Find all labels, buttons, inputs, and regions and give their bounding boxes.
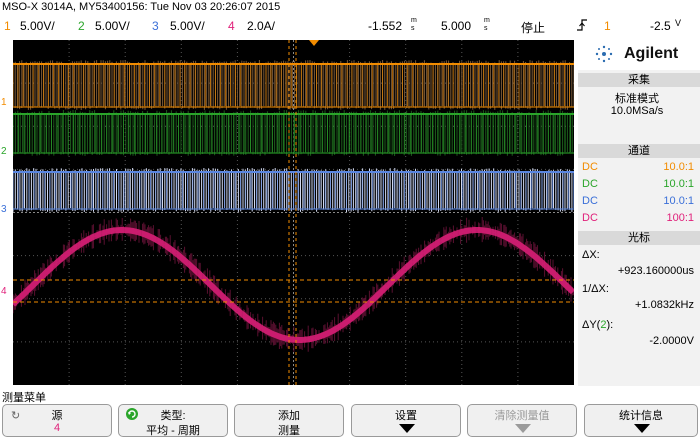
channel-probe-ratio: 100:1 bbox=[666, 212, 694, 224]
inv-dx-value: +1.0832kHz bbox=[634, 299, 694, 311]
cursors-header: 光标 bbox=[578, 231, 700, 245]
ch1-scale[interactable]: 5.00V/ bbox=[20, 19, 55, 33]
ch3-number[interactable]: 3 bbox=[152, 19, 159, 33]
softkey-menu-title: 测量菜单 bbox=[2, 392, 46, 404]
ch2-ground-marker[interactable]: 2 bbox=[1, 146, 7, 157]
channel-probe-ratio: 10.0:1 bbox=[663, 178, 694, 190]
digital-trace bbox=[13, 168, 574, 212]
dx-label: ΔX: bbox=[582, 249, 600, 261]
ch2-scale[interactable]: 5.00V/ bbox=[95, 19, 130, 33]
softkey-settings[interactable]: 设置 bbox=[351, 404, 461, 437]
ch4-scale[interactable]: 2.0A/ bbox=[247, 19, 275, 33]
agilent-spark-icon bbox=[594, 44, 614, 67]
time-offset[interactable]: -1.552 bbox=[368, 19, 402, 33]
trigger-position-icon bbox=[309, 40, 319, 46]
softkey-statistics[interactable]: 统计信息 bbox=[584, 404, 698, 437]
ch2-number[interactable]: 2 bbox=[78, 19, 85, 33]
status-bar: 1 5.00V/ 2 5.00V/ 3 5.00V/ 4 2.0A/ -1.55… bbox=[0, 16, 700, 36]
channel-probe-ratio: 10.0:1 bbox=[663, 161, 694, 173]
dy-value: -2.0000V bbox=[649, 335, 694, 347]
run-state[interactable]: 停止 bbox=[521, 19, 545, 36]
softkey-type[interactable]: 类型: 平均 - 周期 bbox=[118, 404, 228, 437]
channel-probe-ratio: 10.0:1 bbox=[663, 195, 694, 207]
trigger-level-unit: V bbox=[675, 18, 682, 28]
time-offset-unit: ms bbox=[411, 17, 417, 32]
softkey-source[interactable]: ↻ 源 4 bbox=[2, 404, 112, 437]
dy-label: ΔY(2): bbox=[582, 319, 614, 331]
acquire-mode: 标准模式 bbox=[615, 93, 659, 105]
trigger-level[interactable]: -2.5 bbox=[650, 19, 671, 33]
ch1-ground-marker[interactable]: 1 bbox=[1, 97, 7, 108]
brand-name: Agilent bbox=[624, 45, 679, 62]
channel-coupling: DC bbox=[582, 161, 598, 173]
channel-coupling: DC bbox=[582, 212, 598, 224]
ch1-number[interactable]: 1 bbox=[4, 19, 11, 33]
ch4-number[interactable]: 4 bbox=[228, 19, 235, 33]
timebase-unit: ms bbox=[484, 17, 490, 32]
timebase[interactable]: 5.000 bbox=[441, 19, 471, 33]
softkey-clear-measurements[interactable]: 清除测量值 bbox=[467, 404, 577, 437]
softkey-add-measurement[interactable]: 添加 测量 bbox=[234, 404, 344, 437]
digital-trace bbox=[13, 110, 574, 156]
info-panel: Agilent 采集 标准模式 10.0MSa/s 通道 光标 ΔX: +923… bbox=[578, 38, 700, 386]
submenu-arrow-icon bbox=[399, 424, 415, 437]
ch3-scale[interactable]: 5.00V/ bbox=[170, 19, 205, 33]
brand-area: Agilent bbox=[578, 38, 700, 70]
submenu-arrow-icon bbox=[634, 424, 650, 437]
ch3-ground-marker[interactable]: 3 bbox=[1, 204, 7, 215]
dx-value: +923.160000us bbox=[617, 265, 694, 277]
traces bbox=[13, 60, 574, 352]
waveform-display[interactable] bbox=[13, 40, 574, 385]
channels-header: 通道 bbox=[578, 144, 700, 158]
trigger-channel[interactable]: 1 bbox=[604, 19, 611, 33]
ch4-ground-marker[interactable]: 4 bbox=[1, 286, 7, 297]
trigger-edge-icon bbox=[576, 18, 588, 35]
inv-dx-label: 1/ΔX: bbox=[582, 283, 609, 295]
channel-coupling: DC bbox=[582, 195, 598, 207]
window-title: MSO-X 3014A, MY53400156: Tue Nov 03 20:2… bbox=[2, 1, 281, 13]
sample-rate: 10.0MSa/s bbox=[610, 105, 664, 117]
channel-coupling: DC bbox=[582, 178, 598, 190]
submenu-arrow-icon bbox=[515, 424, 531, 437]
acquire-header: 采集 bbox=[578, 73, 700, 87]
